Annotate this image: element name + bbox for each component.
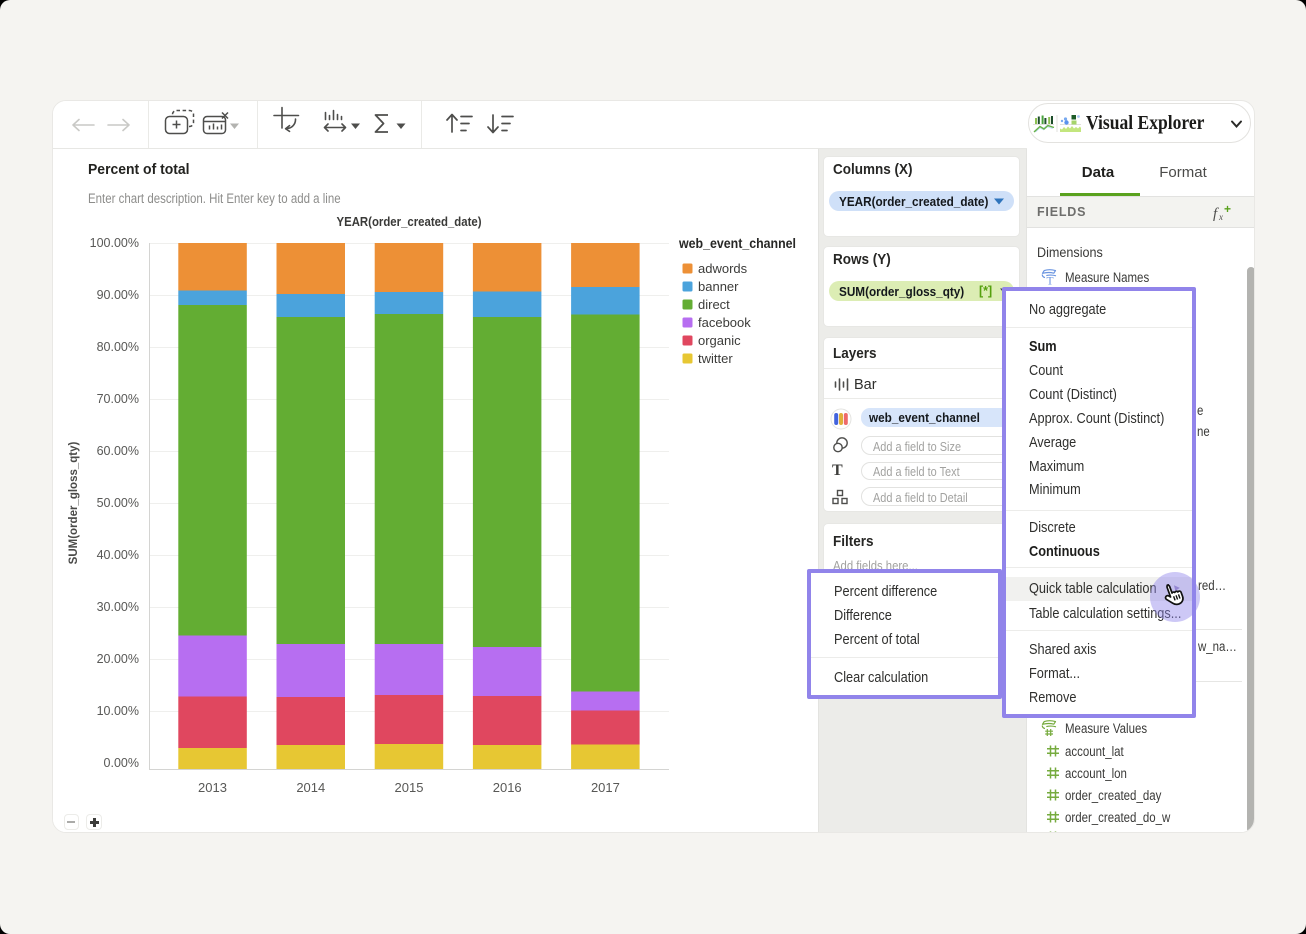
svg-text:2017: 2017 (591, 780, 620, 795)
svg-text:2015: 2015 (395, 780, 424, 795)
svg-text:+: + (1224, 202, 1231, 216)
svg-text:50.00%: 50.00% (97, 496, 139, 510)
svg-text:100.00%: 100.00% (90, 236, 139, 250)
svg-text:x: x (1218, 212, 1223, 222)
svg-text:30.00%: 30.00% (97, 600, 139, 614)
svg-text:adwords: adwords (698, 261, 748, 276)
svg-text:40.00%: 40.00% (97, 548, 139, 562)
svg-text:2013: 2013 (198, 780, 227, 795)
svg-text:web_event_channel: web_event_channel (678, 236, 796, 251)
svg-text:20.00%: 20.00% (97, 652, 139, 666)
svg-text:70.00%: 70.00% (97, 392, 139, 406)
svg-text:direct: direct (698, 297, 730, 312)
svg-text:banner: banner (698, 279, 739, 294)
svg-text:YEAR(order_created_date): YEAR(order_created_date) (337, 214, 482, 229)
svg-text:facebook: facebook (698, 315, 751, 330)
svg-text:10.00%: 10.00% (97, 704, 139, 718)
svg-text:twitter: twitter (698, 351, 733, 366)
svg-text:80.00%: 80.00% (97, 340, 139, 354)
svg-text:organic: organic (698, 333, 741, 348)
svg-text:T: T (1047, 276, 1054, 287)
svg-text:2016: 2016 (493, 780, 522, 795)
svg-text:90.00%: 90.00% (97, 288, 139, 302)
svg-text:SUM(order_gloss_qty): SUM(order_gloss_qty) (68, 441, 80, 564)
svg-text:0.00%: 0.00% (104, 756, 139, 770)
svg-text:60.00%: 60.00% (97, 444, 139, 458)
svg-text:2014: 2014 (296, 780, 325, 795)
